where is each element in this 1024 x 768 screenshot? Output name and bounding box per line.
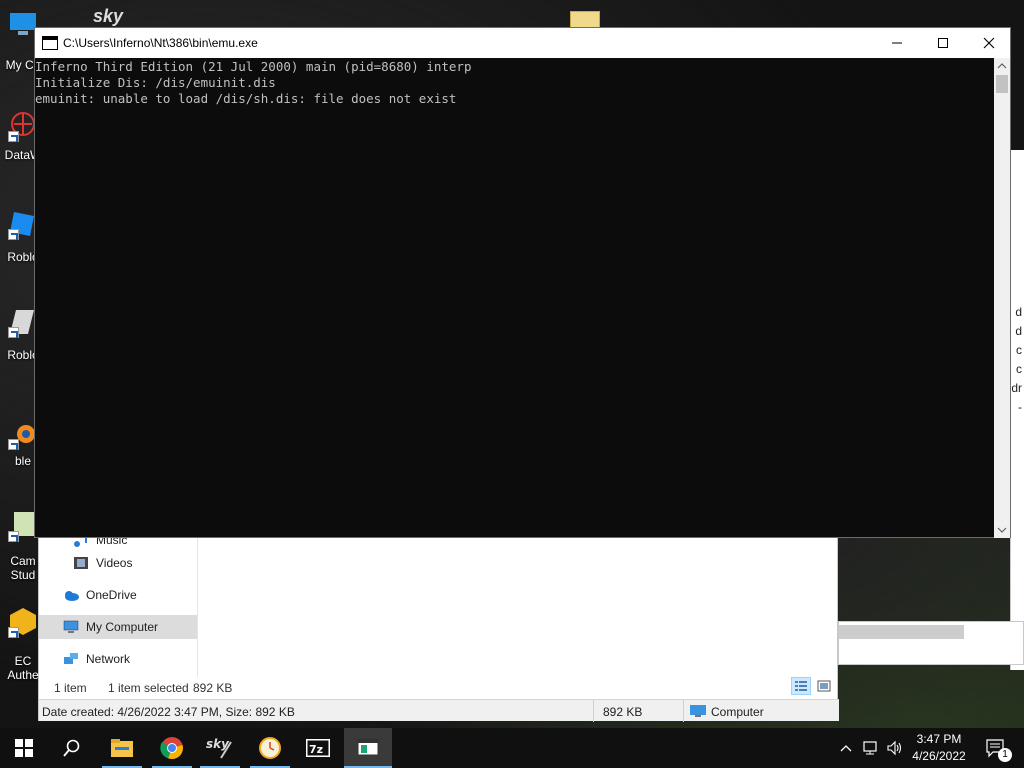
chevron-up-icon <box>840 745 852 752</box>
chevron-up-icon <box>997 63 1007 69</box>
taskbar-clock[interactable]: 3:47 PM 4/26/2022 <box>905 731 973 765</box>
minimize-icon <box>892 42 902 44</box>
console-output[interactable]: Inferno Third Edition (21 Jul 2000) main… <box>35 58 996 538</box>
shortcut-arrow-icon <box>8 327 19 338</box>
nav-item-label: Network <box>86 652 131 666</box>
partial-text: c <box>1016 343 1022 357</box>
console-window[interactable]: C:\Users\Inferno\Nt\386\bin\emu.exe Infe… <box>34 27 1011 538</box>
action-center-button[interactable]: 1 <box>976 728 1016 768</box>
search-button[interactable] <box>48 728 96 768</box>
status-size: 892 KB <box>193 681 233 695</box>
shortcut-arrow-icon <box>8 627 19 638</box>
start-button[interactable] <box>0 728 48 768</box>
chevron-down-icon <box>997 527 1007 533</box>
details-view-button[interactable] <box>791 677 811 695</box>
maximize-button[interactable] <box>920 28 966 58</box>
shortcut-arrow-icon <box>8 131 19 142</box>
taskbar-clock-app[interactable] <box>246 728 294 768</box>
details-bar: Date created: 4/26/2022 3:47 PM, Size: 8… <box>39 699 839 722</box>
nav-item-network[interactable]: Network <box>39 647 197 671</box>
nav-item-label: OneDrive <box>86 588 137 602</box>
clock-app-icon <box>259 737 281 759</box>
details-location: Computer <box>711 705 764 719</box>
minimize-button[interactable] <box>874 28 920 58</box>
taskbar-file-explorer[interactable] <box>98 728 146 768</box>
file-explorer-window[interactable]: Music Videos OneDrive My Computer Networ… <box>38 530 839 722</box>
network-tray-button[interactable] <box>860 728 882 768</box>
console-line: Initialize Dis: /dis/emuinit.dis <box>35 75 276 90</box>
partial-window-bottom[interactable] <box>838 621 1024 665</box>
maximize-icon <box>938 38 948 48</box>
partial-text: c <box>1016 362 1022 376</box>
computer-icon <box>689 704 707 721</box>
console-line: emuinit: unable to load /dis/sh.dis: fil… <box>35 91 457 106</box>
notification-badge: 1 <box>998 748 1012 762</box>
scroll-up-button[interactable] <box>994 58 1010 74</box>
network-icon <box>863 741 877 755</box>
onedrive-icon <box>63 588 79 602</box>
console-titlebar[interactable]: C:\Users\Inferno\Nt\386\bin\emu.exe <box>35 28 1010 58</box>
shortcut-arrow-icon <box>8 439 19 450</box>
status-selected: 1 item selected <box>108 681 189 695</box>
taskbar: sky 7z 3:47 PM 4/26/2022 1 <box>0 728 1024 768</box>
taskbar-7zip[interactable]: 7z <box>294 728 342 768</box>
nav-item-label: Videos <box>96 556 133 570</box>
computer-icon <box>63 620 79 634</box>
horizontal-scrollbar[interactable] <box>839 625 964 639</box>
start-icon <box>15 739 33 757</box>
partial-window-right[interactable]: d d c c dr - <box>1010 150 1024 670</box>
nav-item-label: My Computer <box>86 620 159 634</box>
partial-text: d <box>1015 305 1022 319</box>
sky-icon: sky <box>206 737 232 759</box>
sky-desktop-icon[interactable]: sky <box>93 6 123 27</box>
partial-text: - <box>1018 400 1022 414</box>
console-scrollbar[interactable] <box>994 58 1010 538</box>
file-explorer-icon <box>111 739 133 757</box>
partial-text: dr <box>1011 381 1022 395</box>
partial-text: d <box>1015 324 1022 338</box>
shortcut-arrow-icon <box>8 531 19 542</box>
pane-divider <box>197 531 198 677</box>
volume-tray-button[interactable] <box>884 728 906 768</box>
network-icon <box>63 652 79 666</box>
status-bar: 1 item 1 item selected 892 KB <box>39 677 839 697</box>
7zip-icon: 7z <box>306 739 330 757</box>
console-app-icon <box>42 36 58 50</box>
taskbar-emu-console[interactable] <box>344 728 392 768</box>
shortcut-arrow-icon <box>8 229 19 240</box>
nav-item-videos[interactable]: Videos <box>39 551 197 575</box>
details-size: 892 KB <box>603 705 643 719</box>
details-text: Date created: 4/26/2022 3:47 PM, Size: 8… <box>42 705 295 719</box>
svg-text:7z: 7z <box>309 743 323 756</box>
show-hidden-icons-button[interactable] <box>836 728 856 768</box>
scroll-down-button[interactable] <box>994 522 1010 538</box>
nav-item-onedrive[interactable]: OneDrive <box>39 583 197 607</box>
console-line: Inferno Third Edition (21 Jul 2000) main… <box>35 59 472 74</box>
clock-date: 4/26/2022 <box>912 749 966 763</box>
taskbar-sky[interactable]: sky <box>196 728 244 768</box>
window-title: C:\Users\Inferno\Nt\386\bin\emu.exe <box>63 36 258 50</box>
volume-icon <box>887 740 902 756</box>
ec-authenticator-icon <box>8 606 38 638</box>
chrome-icon <box>160 737 183 760</box>
search-icon <box>63 739 80 757</box>
close-icon <box>983 37 995 49</box>
nav-item-my-computer[interactable]: My Computer <box>39 615 197 639</box>
scroll-thumb[interactable] <box>996 75 1008 93</box>
close-button[interactable] <box>966 28 1012 58</box>
emu-console-icon <box>357 738 379 756</box>
navigation-pane[interactable]: Music Videos OneDrive My Computer Networ… <box>39 531 197 681</box>
status-item-count: 1 item <box>54 681 87 695</box>
videos-icon <box>73 556 89 570</box>
taskbar-chrome[interactable] <box>148 728 196 768</box>
large-icons-view-button[interactable] <box>814 677 834 695</box>
clock-time: 3:47 PM <box>916 732 962 746</box>
